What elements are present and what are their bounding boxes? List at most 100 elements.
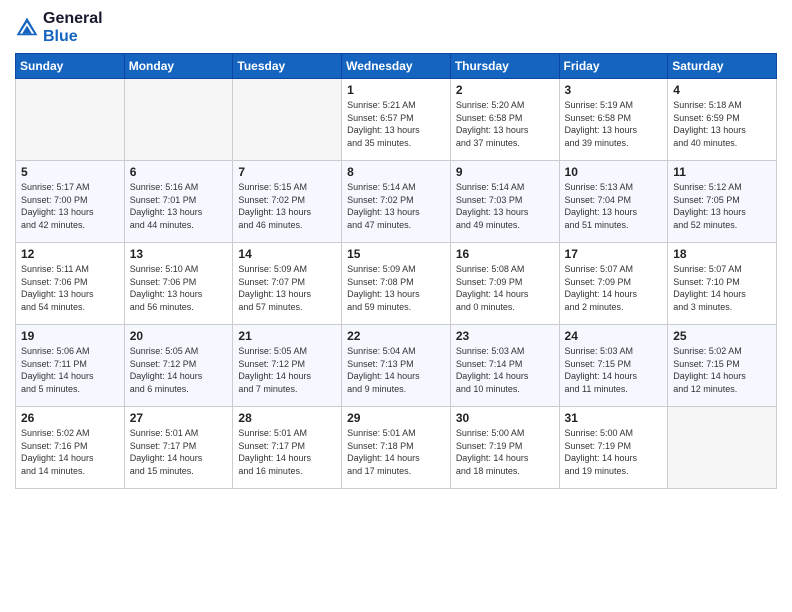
- day-number: 10: [565, 165, 663, 179]
- calendar-day-cell: 30 Sunrise: 5:00 AM Sunset: 7:19 PM Dayli…: [450, 407, 559, 489]
- day-number: 20: [130, 329, 228, 343]
- day-info: Sunrise: 5:01 AM Sunset: 7:18 PM Dayligh…: [347, 427, 445, 477]
- logo-text: General Blue: [43, 10, 103, 45]
- calendar-day-cell: 16 Sunrise: 5:08 AM Sunset: 7:09 PM Dayli…: [450, 243, 559, 325]
- day-info: Sunrise: 5:03 AM Sunset: 7:15 PM Dayligh…: [565, 345, 663, 395]
- day-info: Sunrise: 5:00 AM Sunset: 7:19 PM Dayligh…: [565, 427, 663, 477]
- day-info: Sunrise: 5:15 AM Sunset: 7:02 PM Dayligh…: [238, 181, 336, 231]
- day-info: Sunrise: 5:00 AM Sunset: 7:19 PM Dayligh…: [456, 427, 554, 477]
- day-number: 28: [238, 411, 336, 425]
- day-number: 2: [456, 83, 554, 97]
- calendar-day-cell: 14 Sunrise: 5:09 AM Sunset: 7:07 PM Dayli…: [233, 243, 342, 325]
- day-info: Sunrise: 5:08 AM Sunset: 7:09 PM Dayligh…: [456, 263, 554, 313]
- calendar-day-cell: 23Sunrise: 5:03 AM Sunset: 7:14 PM Dayli…: [450, 325, 559, 407]
- page-header: General Blue: [15, 10, 777, 45]
- calendar-day-cell: 5 Sunrise: 5:17 AM Sunset: 7:00 PM Daylig…: [16, 161, 125, 243]
- day-number: 23: [456, 329, 554, 343]
- day-number: 3: [565, 83, 663, 97]
- day-number: 18: [673, 247, 771, 261]
- day-number: 30: [456, 411, 554, 425]
- day-number: 27: [130, 411, 228, 425]
- day-info: Sunrise: 5:13 AM Sunset: 7:04 PM Dayligh…: [565, 181, 663, 231]
- day-info: Sunrise: 5:09 AM Sunset: 7:07 PM Dayligh…: [238, 263, 336, 313]
- calendar-day-cell: 31 Sunrise: 5:00 AM Sunset: 7:19 PM Dayli…: [559, 407, 668, 489]
- calendar-week-row: 12 Sunrise: 5:11 AM Sunset: 7:06 PM Dayli…: [16, 243, 777, 325]
- calendar-day-cell: 12 Sunrise: 5:11 AM Sunset: 7:06 PM Dayli…: [16, 243, 125, 325]
- day-number: 11: [673, 165, 771, 179]
- logo-icon: [15, 16, 39, 40]
- calendar-table: SundayMondayTuesdayWednesdayThursdayFrid…: [15, 53, 777, 489]
- day-info: Sunrise: 5:18 AM Sunset: 6:59 PM Dayligh…: [673, 99, 771, 149]
- day-info: Sunrise: 5:14 AM Sunset: 7:02 PM Dayligh…: [347, 181, 445, 231]
- calendar-day-cell: 29Sunrise: 5:01 AM Sunset: 7:18 PM Dayli…: [342, 407, 451, 489]
- day-number: 24: [565, 329, 663, 343]
- day-info: Sunrise: 5:19 AM Sunset: 6:58 PM Dayligh…: [565, 99, 663, 149]
- weekday-header: Monday: [124, 54, 233, 79]
- day-info: Sunrise: 5:07 AM Sunset: 7:10 PM Dayligh…: [673, 263, 771, 313]
- day-info: Sunrise: 5:02 AM Sunset: 7:16 PM Dayligh…: [21, 427, 119, 477]
- weekday-header: Saturday: [668, 54, 777, 79]
- day-number: 12: [21, 247, 119, 261]
- calendar-day-cell: 25 Sunrise: 5:02 AM Sunset: 7:15 PM Dayli…: [668, 325, 777, 407]
- day-info: Sunrise: 5:12 AM Sunset: 7:05 PM Dayligh…: [673, 181, 771, 231]
- day-number: 31: [565, 411, 663, 425]
- calendar-day-cell: 13Sunrise: 5:10 AM Sunset: 7:06 PM Dayli…: [124, 243, 233, 325]
- day-info: Sunrise: 5:21 AM Sunset: 6:57 PM Dayligh…: [347, 99, 445, 149]
- calendar-day-cell: 10 Sunrise: 5:13 AM Sunset: 7:04 PM Dayli…: [559, 161, 668, 243]
- day-info: Sunrise: 5:17 AM Sunset: 7:00 PM Dayligh…: [21, 181, 119, 231]
- calendar-week-row: 26Sunrise: 5:02 AM Sunset: 7:16 PM Dayli…: [16, 407, 777, 489]
- calendar-day-cell: 18 Sunrise: 5:07 AM Sunset: 7:10 PM Dayli…: [668, 243, 777, 325]
- calendar-day-cell: 21Sunrise: 5:05 AM Sunset: 7:12 PM Dayli…: [233, 325, 342, 407]
- calendar-day-cell: 2 Sunrise: 5:20 AM Sunset: 6:58 PM Daylig…: [450, 79, 559, 161]
- day-info: Sunrise: 5:11 AM Sunset: 7:06 PM Dayligh…: [21, 263, 119, 313]
- day-info: Sunrise: 5:09 AM Sunset: 7:08 PM Dayligh…: [347, 263, 445, 313]
- calendar-day-cell: 4 Sunrise: 5:18 AM Sunset: 6:59 PM Daylig…: [668, 79, 777, 161]
- day-info: Sunrise: 5:01 AM Sunset: 7:17 PM Dayligh…: [238, 427, 336, 477]
- calendar-week-row: 1 Sunrise: 5:21 AM Sunset: 6:57 PM Daylig…: [16, 79, 777, 161]
- calendar-day-cell: 11 Sunrise: 5:12 AM Sunset: 7:05 PM Dayli…: [668, 161, 777, 243]
- day-info: Sunrise: 5:05 AM Sunset: 7:12 PM Dayligh…: [238, 345, 336, 395]
- day-number: 19: [21, 329, 119, 343]
- calendar-day-cell: 7 Sunrise: 5:15 AM Sunset: 7:02 PM Daylig…: [233, 161, 342, 243]
- day-info: Sunrise: 5:06 AM Sunset: 7:11 PM Dayligh…: [21, 345, 119, 395]
- calendar-day-cell: 22Sunrise: 5:04 AM Sunset: 7:13 PM Dayli…: [342, 325, 451, 407]
- calendar-day-cell: 3 Sunrise: 5:19 AM Sunset: 6:58 PM Daylig…: [559, 79, 668, 161]
- calendar-day-cell: [124, 79, 233, 161]
- calendar-day-cell: 24 Sunrise: 5:03 AM Sunset: 7:15 PM Dayli…: [559, 325, 668, 407]
- day-info: Sunrise: 5:14 AM Sunset: 7:03 PM Dayligh…: [456, 181, 554, 231]
- weekday-header: Thursday: [450, 54, 559, 79]
- day-info: Sunrise: 5:05 AM Sunset: 7:12 PM Dayligh…: [130, 345, 228, 395]
- day-info: Sunrise: 5:16 AM Sunset: 7:01 PM Dayligh…: [130, 181, 228, 231]
- calendar-header-row: SundayMondayTuesdayWednesdayThursdayFrid…: [16, 54, 777, 79]
- day-number: 1: [347, 83, 445, 97]
- day-number: 7: [238, 165, 336, 179]
- calendar-day-cell: 17Sunrise: 5:07 AM Sunset: 7:09 PM Dayli…: [559, 243, 668, 325]
- logo: General Blue: [15, 10, 103, 45]
- calendar-day-cell: 26Sunrise: 5:02 AM Sunset: 7:16 PM Dayli…: [16, 407, 125, 489]
- day-number: 16: [456, 247, 554, 261]
- day-number: 8: [347, 165, 445, 179]
- day-info: Sunrise: 5:07 AM Sunset: 7:09 PM Dayligh…: [565, 263, 663, 313]
- calendar-day-cell: 20 Sunrise: 5:05 AM Sunset: 7:12 PM Dayli…: [124, 325, 233, 407]
- calendar-day-cell: 27Sunrise: 5:01 AM Sunset: 7:17 PM Dayli…: [124, 407, 233, 489]
- day-number: 9: [456, 165, 554, 179]
- calendar-day-cell: 1 Sunrise: 5:21 AM Sunset: 6:57 PM Daylig…: [342, 79, 451, 161]
- day-number: 25: [673, 329, 771, 343]
- calendar-day-cell: [233, 79, 342, 161]
- day-number: 4: [673, 83, 771, 97]
- day-info: Sunrise: 5:02 AM Sunset: 7:15 PM Dayligh…: [673, 345, 771, 395]
- day-info: Sunrise: 5:04 AM Sunset: 7:13 PM Dayligh…: [347, 345, 445, 395]
- day-info: Sunrise: 5:20 AM Sunset: 6:58 PM Dayligh…: [456, 99, 554, 149]
- calendar-week-row: 19 Sunrise: 5:06 AM Sunset: 7:11 PM Dayli…: [16, 325, 777, 407]
- day-info: Sunrise: 5:10 AM Sunset: 7:06 PM Dayligh…: [130, 263, 228, 313]
- day-number: 14: [238, 247, 336, 261]
- calendar-day-cell: [668, 407, 777, 489]
- weekday-header: Sunday: [16, 54, 125, 79]
- calendar-day-cell: 15Sunrise: 5:09 AM Sunset: 7:08 PM Dayli…: [342, 243, 451, 325]
- calendar-day-cell: 9 Sunrise: 5:14 AM Sunset: 7:03 PM Daylig…: [450, 161, 559, 243]
- calendar-day-cell: 8 Sunrise: 5:14 AM Sunset: 7:02 PM Daylig…: [342, 161, 451, 243]
- day-number: 5: [21, 165, 119, 179]
- calendar-day-cell: 28 Sunrise: 5:01 AM Sunset: 7:17 PM Dayli…: [233, 407, 342, 489]
- calendar-week-row: 5 Sunrise: 5:17 AM Sunset: 7:00 PM Daylig…: [16, 161, 777, 243]
- day-number: 6: [130, 165, 228, 179]
